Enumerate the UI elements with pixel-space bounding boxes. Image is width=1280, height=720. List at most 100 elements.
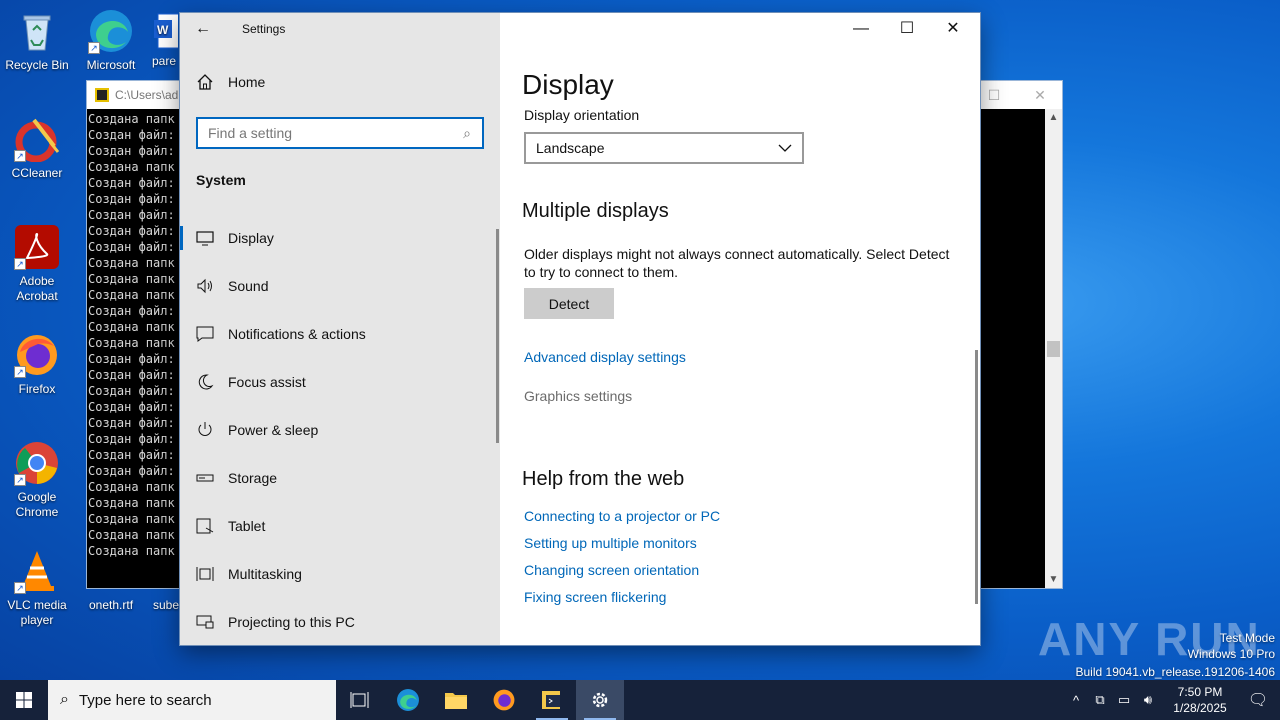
nav-item-focus-assist[interactable]: Focus assist: [180, 358, 500, 406]
shortcut-arrow-icon: ↗: [14, 474, 26, 486]
chevron-up-icon[interactable]: ^: [1064, 693, 1088, 708]
help-link-flickering[interactable]: Fixing screen flickering: [524, 589, 666, 605]
content-scrollbar[interactable]: [975, 350, 978, 604]
desktop-icon-label[interactable]: sube: [153, 598, 179, 612]
nav-item-sound[interactable]: Sound: [180, 262, 500, 310]
taskbar-file-explorer[interactable]: [432, 680, 480, 720]
detect-button[interactable]: Detect: [524, 288, 614, 319]
search-icon[interactable]: ⌕: [452, 125, 482, 142]
nav-item-projecting[interactable]: Projecting to this PC: [180, 598, 500, 646]
edge-icon: [397, 689, 419, 711]
nav-item-display[interactable]: Display: [180, 214, 500, 262]
nav-item-label: Multitasking: [228, 566, 302, 582]
settings-gear-icon: [592, 692, 608, 708]
clock-date: 1/28/2025: [1173, 701, 1227, 715]
taskbar-settings[interactable]: [576, 680, 624, 720]
taskbar-script-app[interactable]: [528, 680, 576, 720]
shortcut-arrow-icon: ↗: [14, 258, 26, 270]
help-link-screen-orientation[interactable]: Changing screen orientation: [524, 562, 699, 578]
network-status-icon[interactable]: ⧉: [1088, 692, 1112, 708]
settings-window[interactable]: ← Settings Home ⌕ System Display Sound N…: [180, 13, 980, 645]
taskbar-edge[interactable]: [384, 680, 432, 720]
start-button[interactable]: [0, 680, 48, 720]
search-input[interactable]: [198, 119, 452, 147]
nav-item-power-sleep[interactable]: Power & sleep: [180, 406, 500, 454]
desktop-icon-acrobat[interactable]: ↗ Adobe Acrobat: [1, 224, 73, 304]
shortcut-arrow-icon: ↗: [88, 42, 100, 54]
nav-item-tablet[interactable]: Tablet: [180, 502, 500, 550]
desktop-icon-label: pare: [151, 54, 177, 68]
taskbar-clock[interactable]: 7:50 PM 1/28/2025: [1164, 684, 1236, 716]
taskbar-firefox[interactable]: [480, 680, 528, 720]
nav-item-notifications[interactable]: Notifications & actions: [180, 310, 500, 358]
test-mode-text: Test Mode: [1219, 631, 1275, 645]
help-link-multiple-monitors[interactable]: Setting up multiple monitors: [524, 535, 697, 551]
desktop-icon-label[interactable]: oneth.rtf: [89, 598, 133, 612]
maximize-icon[interactable]: ☐: [884, 13, 930, 45]
nav-item-label: Tablet: [228, 518, 266, 534]
help-heading: Help from the web: [522, 468, 685, 490]
find-setting-search[interactable]: ⌕: [196, 117, 484, 149]
scroll-up-icon[interactable]: ▲: [1045, 109, 1062, 126]
nav-home[interactable]: Home: [196, 73, 265, 91]
windows-logo-icon: [16, 692, 32, 708]
orientation-dropdown[interactable]: Landscape: [524, 132, 804, 164]
chevron-down-icon: [778, 144, 792, 152]
close-icon[interactable]: ✕: [930, 13, 976, 45]
nav-item-label: Projecting to this PC: [228, 614, 355, 630]
script-app-icon: [542, 691, 560, 709]
nav-item-label: Power & sleep: [228, 422, 319, 438]
nav-item-multitasking[interactable]: Multitasking: [180, 550, 500, 598]
word-document-icon: W: [148, 8, 180, 54]
desktop-icon-label: VLC media player: [7, 598, 67, 627]
desktop-icon-chrome[interactable]: ↗ Google Chrome: [1, 440, 73, 520]
console-icon: [95, 88, 109, 102]
desktop-icon-recycle-bin[interactable]: Recycle Bin: [1, 8, 73, 73]
nav-list: Display Sound Notifications & actions Fo…: [180, 214, 500, 646]
desktop-icon-firefox[interactable]: ↗ Firefox: [1, 332, 73, 397]
desktop-icon-label: Recycle Bin: [5, 58, 69, 72]
taskbar-search-box[interactable]: ⌕ Type here to search: [48, 680, 336, 720]
power-icon: [198, 422, 212, 436]
nav-item-label: Storage: [228, 470, 278, 486]
desktop-icon-vlc[interactable]: ↗ VLC media player: [1, 548, 73, 628]
firefox-icon: ↗: [14, 332, 60, 378]
scroll-down-icon[interactable]: ▼: [1045, 571, 1062, 588]
desktop-icon-ccleaner[interactable]: ↗ CCleaner: [1, 116, 73, 181]
nav-scrollbar[interactable]: [496, 229, 499, 443]
moon-icon: [198, 374, 214, 390]
desktop-icon-label: Google Chrome: [15, 490, 59, 519]
edge-icon: ↗: [88, 8, 134, 54]
graphics-settings-link[interactable]: Graphics settings: [524, 388, 632, 404]
section-title: System: [196, 172, 246, 188]
volume-icon[interactable]: 🔊︎: [1136, 692, 1160, 708]
chrome-icon: ↗: [14, 440, 60, 486]
settings-titlebar[interactable]: ← Settings: [180, 13, 500, 45]
home-icon: [197, 74, 213, 90]
network-icon[interactable]: ▭: [1112, 692, 1136, 708]
desktop-icon-label: Firefox: [18, 382, 56, 396]
help-link-projector[interactable]: Connecting to a projector or PC: [524, 508, 720, 524]
desktop-icon-label: CCleaner: [11, 166, 63, 180]
orientation-value: Landscape: [536, 140, 605, 156]
settings-nav-pane: ← Settings Home ⌕ System Display Sound N…: [180, 13, 500, 645]
desktop-icon-partial[interactable]: W pare: [148, 8, 180, 69]
action-center-icon[interactable]: 🗨︎: [1236, 690, 1280, 710]
advanced-display-settings-link[interactable]: Advanced display settings: [524, 349, 686, 365]
build-text: Build 19041.vb_release.191206-1406: [1075, 665, 1276, 679]
minimize-icon[interactable]: —: [838, 13, 884, 45]
nav-item-storage[interactable]: Storage: [180, 454, 500, 502]
scroll-thumb[interactable]: [1047, 341, 1060, 357]
console-scrollbar[interactable]: ▲ ▼: [1045, 109, 1062, 588]
nav-item-label: Notifications & actions: [228, 326, 366, 342]
task-view-button[interactable]: [336, 680, 384, 720]
close-icon[interactable]: ✕: [1017, 83, 1063, 107]
back-arrow-icon[interactable]: ←: [180, 13, 226, 45]
console-title: C:\Users\adı: [115, 88, 182, 102]
nav-item-label: Focus assist: [228, 374, 306, 390]
firefox-icon: [493, 689, 515, 711]
desktop-icon-edge[interactable]: ↗ Microsoft Edge: [75, 8, 147, 70]
ccleaner-icon: ↗: [14, 116, 60, 163]
speaker-icon: [197, 278, 212, 294]
shortcut-arrow-icon: ↗: [14, 582, 26, 594]
